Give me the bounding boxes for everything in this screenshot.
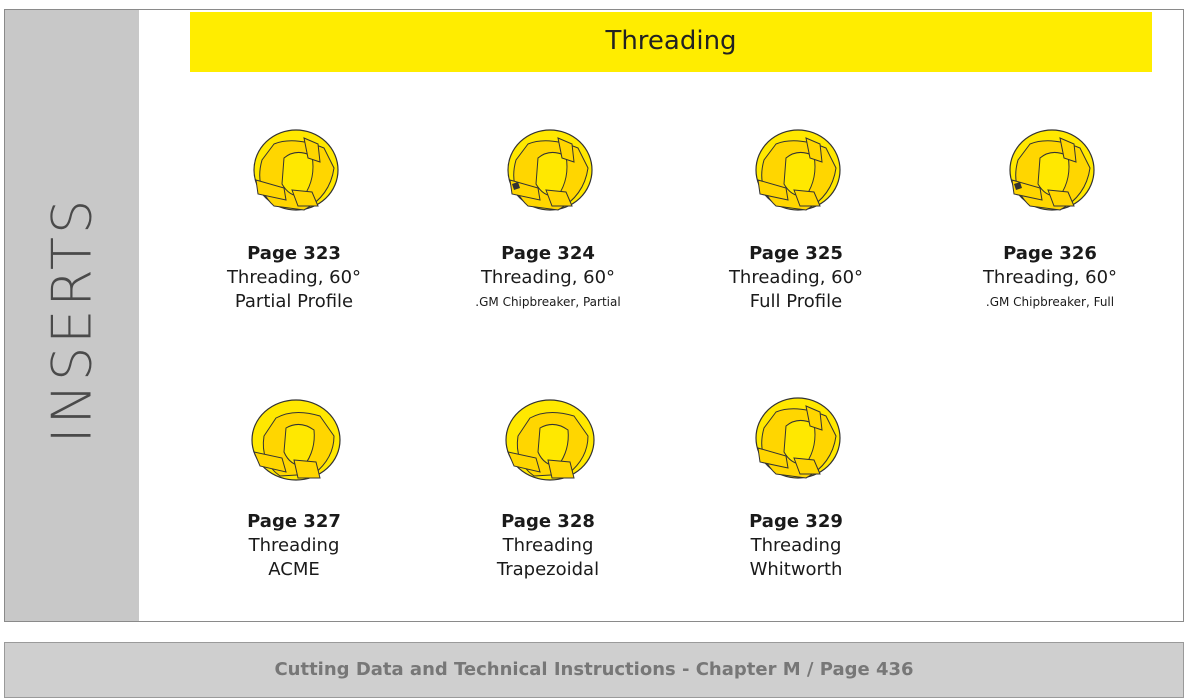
card-page-label: Page 323	[247, 243, 341, 264]
card-line-1: Threading, 60°	[480, 267, 616, 288]
threading-insert-icon	[251, 399, 341, 481]
main-frame: INSERTS Threading Page 323 Threading, 60…	[4, 9, 1184, 622]
card-line-1: Threading	[248, 535, 340, 556]
section-label: INSERTS	[40, 196, 104, 444]
card-page-label: Page 326	[1003, 243, 1097, 264]
card-page-324[interactable]: Page 324 Threading, 60° .GM Chipbreaker,…	[448, 118, 648, 314]
card-line-2: Whitworth	[749, 559, 843, 580]
card-line-2: Partial Profile	[234, 291, 354, 312]
card-page-326[interactable]: Page 326 Threading, 60° .GM Chipbreaker,…	[950, 118, 1150, 314]
card-line-1: Threading	[750, 535, 842, 556]
threading-insert-icon	[505, 399, 595, 481]
threading-insert-icon	[253, 129, 339, 211]
page-title: Threading	[605, 26, 737, 56]
card-line-2: .GM Chipbreaker, Partial	[475, 295, 621, 309]
card-page-label: Page 324	[501, 243, 595, 264]
card-page-325[interactable]: Page 325 Threading, 60° Full Profile	[696, 118, 896, 314]
card-page-329[interactable]: Page 329 Threading Whitworth	[696, 386, 896, 582]
threading-insert-icon	[507, 129, 593, 211]
card-line-2: .GM Chipbreaker, Full	[985, 295, 1115, 309]
footer-bar[interactable]: Cutting Data and Technical Instructions …	[4, 642, 1184, 698]
threading-insert-icon	[1009, 129, 1095, 211]
side-bar: INSERTS	[5, 10, 139, 621]
card-line-1: Threading	[502, 535, 594, 556]
threading-insert-icon	[755, 397, 841, 479]
card-page-323[interactable]: Page 323 Threading, 60° Partial Profile	[194, 118, 394, 314]
card-page-label: Page 327	[247, 511, 341, 532]
card-line-2: ACME	[268, 559, 320, 580]
card-page-328[interactable]: Page 328 Threading Trapezoidal	[448, 386, 648, 582]
card-line-2: Full Profile	[749, 291, 843, 312]
card-line-2: Trapezoidal	[496, 559, 600, 580]
card-page-label: Page 329	[749, 511, 843, 532]
card-line-1: Threading, 60°	[226, 267, 362, 288]
card-line-1: Threading, 60°	[982, 267, 1118, 288]
header-band: Threading	[190, 12, 1152, 72]
footer-link[interactable]: Cutting Data and Technical Instructions …	[5, 659, 1183, 680]
card-page-label: Page 325	[749, 243, 843, 264]
card-page-327[interactable]: Page 327 Threading ACME	[194, 386, 394, 582]
card-line-1: Threading, 60°	[728, 267, 864, 288]
threading-insert-icon	[755, 129, 841, 211]
card-page-label: Page 328	[501, 511, 595, 532]
